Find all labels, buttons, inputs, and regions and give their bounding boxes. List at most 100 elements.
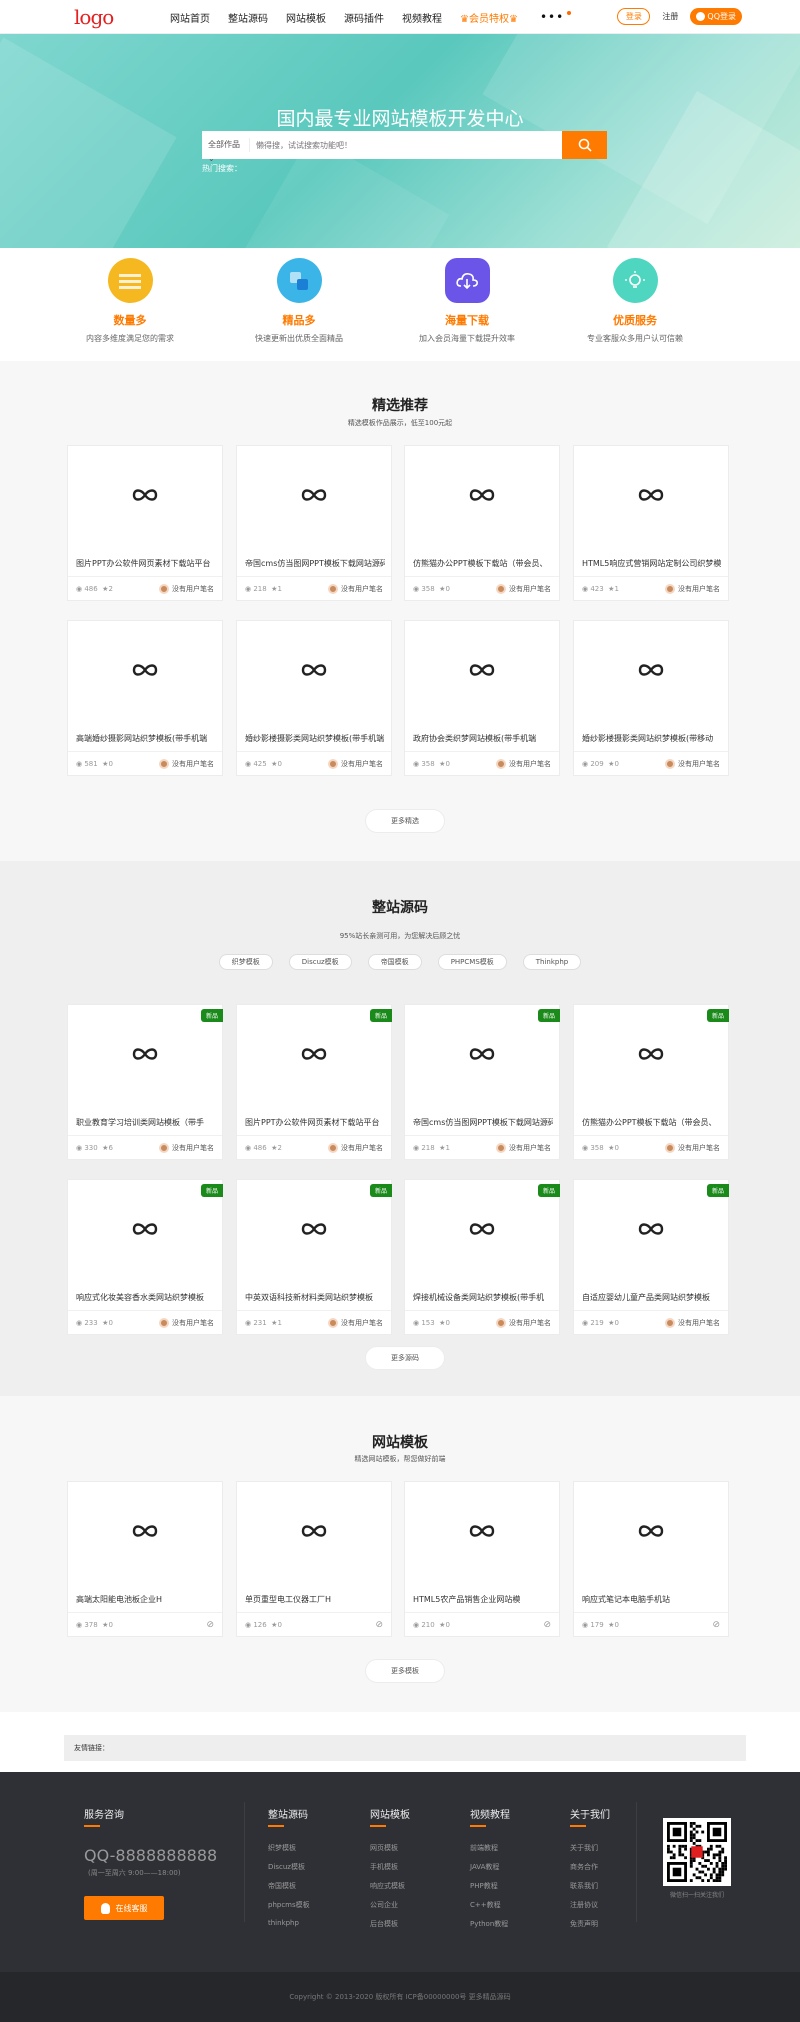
card-title[interactable]: 仿熊猫办公PPT模板下载站（带会员、 bbox=[413, 558, 553, 569]
card-thumbnail[interactable] bbox=[237, 1005, 391, 1105]
card-title[interactable]: 响应式笔记本电脑手机站 bbox=[582, 1594, 722, 1605]
card-title[interactable]: 焊接机械设备类网站织梦模板(带手机 bbox=[413, 1292, 553, 1303]
footer-link[interactable]: 前端教程 bbox=[470, 1843, 510, 1853]
search-button[interactable] bbox=[562, 131, 607, 159]
product-card[interactable]: HTML5响应式营销网站定制公司织梦模 ◉ 423 ★ 1 没有用户笔名 bbox=[573, 445, 729, 601]
more-templates-button[interactable]: 更多模板 bbox=[365, 1659, 445, 1683]
product-card[interactable]: 图片PPT办公软件网页素材下载站平台 ◉ 486 ★ 2 没有用户笔名 bbox=[67, 445, 223, 601]
search-category-select[interactable]: 全部作品 ⌄ bbox=[202, 138, 250, 163]
card-title[interactable]: 响应式化妆美容香水类网站织梦模板 bbox=[76, 1292, 216, 1303]
footer-link[interactable]: 公司企业 bbox=[370, 1900, 410, 1910]
footer-link[interactable]: JAVA教程 bbox=[470, 1862, 510, 1872]
card-title[interactable]: HTML5响应式营销网站定制公司织梦模 bbox=[582, 558, 722, 569]
product-card[interactable]: 高端太阳能电池板企业H ◉ 378 ★ 0 ⊘ bbox=[67, 1481, 223, 1637]
footer-link[interactable]: Discuz模板 bbox=[268, 1862, 310, 1872]
footer-link[interactable]: 响应式模板 bbox=[370, 1881, 410, 1891]
tag-phpcms[interactable]: PHPCMS模板 bbox=[437, 954, 507, 970]
card-title[interactable]: 图片PPT办公软件网页素材下载站平台 bbox=[76, 558, 216, 569]
card-thumbnail[interactable] bbox=[574, 1005, 728, 1105]
footer-link[interactable]: 手机模板 bbox=[370, 1862, 410, 1872]
tag-discuz[interactable]: Discuz模板 bbox=[288, 954, 352, 970]
card-title[interactable]: 高端婚纱摄影网站织梦模板(带手机端 bbox=[76, 733, 216, 744]
card-title[interactable]: 职业教育学习培训类网站模板（带手 bbox=[76, 1117, 216, 1128]
product-card[interactable]: 新品 焊接机械设备类网站织梦模板(带手机 ◉ 153 ★ 0 没有用户笔名 bbox=[404, 1179, 560, 1335]
card-title[interactable]: 政府协会类织梦网站模板(带手机端 bbox=[413, 733, 553, 744]
card-title[interactable]: 帝国cms仿当图网PPT模板下载网站源码 bbox=[245, 558, 385, 569]
card-thumbnail[interactable] bbox=[574, 621, 728, 721]
card-title[interactable]: 中英双语科技新材料类网站织梦模板 bbox=[245, 1292, 385, 1303]
card-title[interactable]: 图片PPT办公软件网页素材下载站平台 bbox=[245, 1117, 385, 1128]
product-card[interactable]: 新品 自适应婴幼儿童产品类网站织梦模板 ◉ 219 ★ 0 没有用户笔名 bbox=[573, 1179, 729, 1335]
card-thumbnail[interactable] bbox=[68, 1482, 222, 1582]
product-card[interactable]: 单页重型电工仪器工厂H ◉ 126 ★ 0 ⊘ bbox=[236, 1481, 392, 1637]
product-card[interactable]: 新品 职业教育学习培训类网站模板（带手 ◉ 330 ★ 6 没有用户笔名 bbox=[67, 1004, 223, 1160]
card-title[interactable]: HTML5农产品销售企业网站模 bbox=[413, 1594, 553, 1605]
card-thumbnail[interactable] bbox=[574, 1180, 728, 1280]
card-title[interactable]: 婚纱影楼摄影类网站织梦模板(带手机端 bbox=[245, 733, 385, 744]
card-title[interactable]: 高端太阳能电池板企业H bbox=[76, 1594, 216, 1605]
nav-videos[interactable]: 视频教程 bbox=[402, 10, 442, 25]
product-card[interactable]: 帝国cms仿当图网PPT模板下载网站源码 ◉ 218 ★ 1 没有用户笔名 bbox=[236, 445, 392, 601]
card-thumbnail[interactable] bbox=[237, 1180, 391, 1280]
logo[interactable]: logo bbox=[74, 5, 114, 29]
nav-source[interactable]: 整站源码 bbox=[228, 10, 268, 25]
card-thumbnail[interactable] bbox=[68, 446, 222, 546]
card-thumbnail[interactable] bbox=[68, 621, 222, 721]
footer-link[interactable]: thinkphp bbox=[268, 1919, 310, 1927]
card-thumbnail[interactable] bbox=[405, 1482, 559, 1582]
nav-vip[interactable]: ♛会员特权♛ bbox=[460, 10, 518, 25]
footer-link[interactable]: 帝国模板 bbox=[268, 1881, 310, 1891]
more-menu-button[interactable]: ••• bbox=[540, 10, 564, 24]
card-thumbnail[interactable] bbox=[574, 446, 728, 546]
card-thumbnail[interactable] bbox=[237, 1482, 391, 1582]
card-thumbnail[interactable] bbox=[405, 1005, 559, 1105]
footer-link[interactable]: 关于我们 bbox=[570, 1843, 610, 1853]
card-thumbnail[interactable] bbox=[237, 446, 391, 546]
card-thumbnail[interactable] bbox=[405, 621, 559, 721]
card-thumbnail[interactable] bbox=[405, 1180, 559, 1280]
card-thumbnail[interactable] bbox=[405, 446, 559, 546]
product-card[interactable]: 新品 图片PPT办公软件网页素材下载站平台 ◉ 486 ★ 2 没有用户笔名 bbox=[236, 1004, 392, 1160]
card-title[interactable]: 单页重型电工仪器工厂H bbox=[245, 1594, 385, 1605]
tag-empire[interactable]: 帝国模板 bbox=[367, 954, 422, 970]
footer-link[interactable]: 织梦模板 bbox=[268, 1843, 310, 1853]
card-title[interactable]: 仿熊猫办公PPT模板下载站（带会员、 bbox=[582, 1117, 722, 1128]
card-title[interactable]: 婚纱影楼摄影类网站织梦模板(带移动 bbox=[582, 733, 722, 744]
product-card[interactable]: HTML5农产品销售企业网站模 ◉ 210 ★ 0 ⊘ bbox=[404, 1481, 560, 1637]
product-card[interactable]: 婚纱影楼摄影类网站织梦模板(带移动 ◉ 209 ★ 0 没有用户笔名 bbox=[573, 620, 729, 776]
nav-templates[interactable]: 网站模板 bbox=[286, 10, 326, 25]
footer-link[interactable]: 网页模板 bbox=[370, 1843, 410, 1853]
nav-home[interactable]: 网站首页 bbox=[170, 10, 210, 25]
qq-login-button[interactable]: QQ登录 bbox=[690, 8, 742, 25]
register-link[interactable]: 注册 bbox=[662, 11, 678, 22]
nav-plugins[interactable]: 源码插件 bbox=[344, 10, 384, 25]
card-title[interactable]: 帝国cms仿当图网PPT模板下载网站源码 bbox=[413, 1117, 553, 1128]
more-featured-button[interactable]: 更多精选 bbox=[365, 809, 445, 833]
footer-link[interactable]: 联系我们 bbox=[570, 1881, 610, 1891]
footer-link[interactable]: C++教程 bbox=[470, 1900, 510, 1910]
card-thumbnail[interactable] bbox=[68, 1005, 222, 1105]
footer-link[interactable]: PHP教程 bbox=[470, 1881, 510, 1891]
footer-link[interactable]: 注册协议 bbox=[570, 1900, 610, 1910]
card-thumbnail[interactable] bbox=[68, 1180, 222, 1280]
card-title[interactable]: 自适应婴幼儿童产品类网站织梦模板 bbox=[582, 1292, 722, 1303]
footer-link[interactable]: 商务合作 bbox=[570, 1862, 610, 1872]
product-card[interactable]: 仿熊猫办公PPT模板下载站（带会员、 ◉ 358 ★ 0 没有用户笔名 bbox=[404, 445, 560, 601]
product-card[interactable]: 响应式笔记本电脑手机站 ◉ 179 ★ 0 ⊘ bbox=[573, 1481, 729, 1637]
card-thumbnail[interactable] bbox=[237, 621, 391, 721]
product-card[interactable]: 新品 仿熊猫办公PPT模板下载站（带会员、 ◉ 358 ★ 0 没有用户笔名 bbox=[573, 1004, 729, 1160]
footer-link[interactable]: phpcms模板 bbox=[268, 1900, 310, 1910]
online-service-button[interactable]: 在线客服 bbox=[84, 1896, 164, 1920]
product-card[interactable]: 政府协会类织梦网站模板(带手机端 ◉ 358 ★ 0 没有用户笔名 bbox=[404, 620, 560, 776]
product-card[interactable]: 高端婚纱摄影网站织梦模板(带手机端 ◉ 581 ★ 0 没有用户笔名 bbox=[67, 620, 223, 776]
login-button[interactable]: 登录 bbox=[617, 8, 651, 25]
product-card[interactable]: 新品 帝国cms仿当图网PPT模板下载网站源码 ◉ 218 ★ 1 没有用户笔名 bbox=[404, 1004, 560, 1160]
search-input[interactable] bbox=[250, 140, 562, 150]
card-thumbnail[interactable] bbox=[574, 1482, 728, 1582]
product-card[interactable]: 新品 响应式化妆美容香水类网站织梦模板 ◉ 233 ★ 0 没有用户笔名 bbox=[67, 1179, 223, 1335]
footer-link[interactable]: Python教程 bbox=[470, 1919, 510, 1929]
product-card[interactable]: 婚纱影楼摄影类网站织梦模板(带手机端 ◉ 425 ★ 0 没有用户笔名 bbox=[236, 620, 392, 776]
footer-link[interactable]: 免责声明 bbox=[570, 1919, 610, 1929]
product-card[interactable]: 新品 中英双语科技新材料类网站织梦模板 ◉ 231 ★ 1 没有用户笔名 bbox=[236, 1179, 392, 1335]
footer-link[interactable]: 后台模板 bbox=[370, 1919, 410, 1929]
